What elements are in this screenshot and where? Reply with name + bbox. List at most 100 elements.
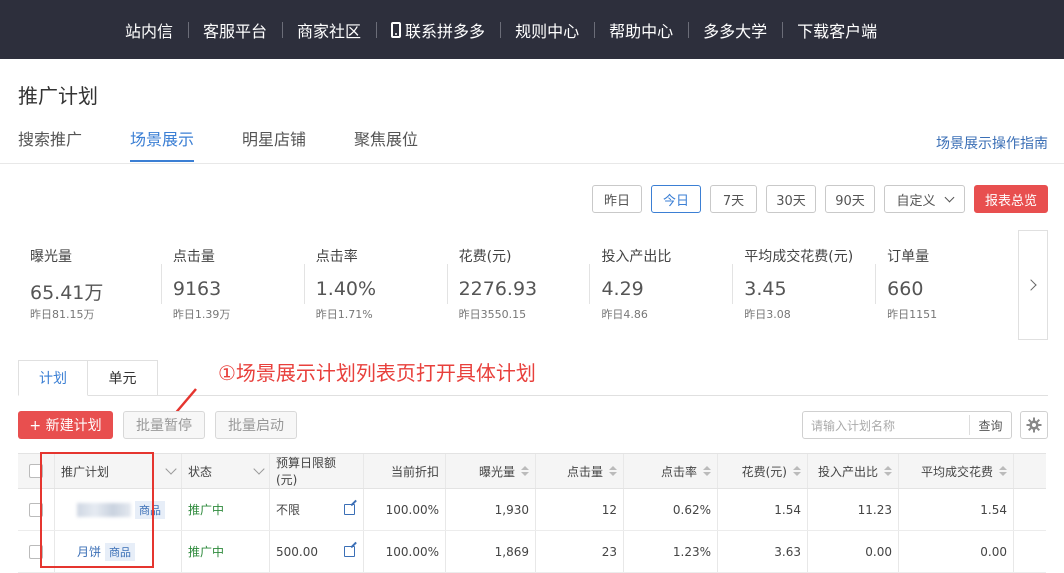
col-label: 花费(元) [741,464,787,479]
col-clicks[interactable]: 点击量 [536,454,624,488]
col-ctr[interactable]: 点击率 [624,454,718,488]
stat-impressions: 曝光量 65.41万 昨日81.15万 [18,230,161,340]
sort-icon[interactable] [793,466,801,476]
discount-cell: 100.00% [364,489,446,530]
chevron-down-icon [944,192,954,202]
search-input[interactable]: 请输入计划名称 [803,417,969,434]
stat-label: 曝光量 [30,249,72,265]
sort-icon[interactable] [609,466,617,476]
status-cell: 推广中 [182,531,270,572]
stat-label: 订单量 [887,249,930,265]
search-button[interactable]: 查询 [969,415,1011,435]
table-row[interactable]: 月饼 商品 推广中 500.00 100.00% 1,869 23 1.23% 3… [18,531,1046,573]
date-range-bar: 昨日 今日 7天 30天 90天 自定义 报表总览 [583,185,1048,213]
chevron-down-icon[interactable] [165,462,177,475]
sort-icon[interactable] [521,466,529,476]
custom-date-dropdown[interactable]: 自定义 [884,185,965,213]
batch-pause-button[interactable]: 批量暂停 [123,411,205,439]
stat-orders: 订单量 660 昨日1151 [875,230,1018,340]
sort-icon[interactable] [884,466,892,476]
stats-next-button[interactable] [1018,230,1048,340]
discount-cell: 100.00% [364,531,446,572]
edit-icon[interactable] [344,504,355,515]
col-label: 状态 [188,464,213,479]
tab-focus-booth[interactable]: 聚焦展位 [354,128,418,162]
stat-prev: 昨日3.08 [744,308,791,321]
budget-cell: 500.00 [270,531,364,572]
impressions-cell: 1,869 [446,531,536,572]
nav-customer-service[interactable]: 客服平台 [188,20,282,41]
sort-icon[interactable] [703,466,711,476]
col-budget: 预算日限额(元) [270,454,364,488]
stat-clicks: 点击量 9163 昨日1.39万 [160,230,304,340]
nav-download-client[interactable]: 下载客户端 [782,20,892,41]
subtab-unit[interactable]: 单元 [88,360,158,396]
stat-value: 660 [887,278,924,300]
date-7d-button[interactable]: 7天 [710,185,757,213]
plan-search: 请输入计划名称 查询 [802,411,1012,439]
nav-contact-label: 联系拼多多 [405,21,486,41]
stat-prev: 昨日4.86 [601,308,648,321]
col-status[interactable]: 状态 [182,454,270,488]
tab-scene-display[interactable]: 场景展示 [130,128,195,162]
plan-table: 推广计划 状态 预算日限额(元) 当前折扣 曝光量 点击量 点击率 花费(元) … [18,453,1046,573]
col-label: 投入产出比 [817,464,878,479]
custom-date-label: 自定义 [896,193,936,209]
date-today-button[interactable]: 今日 [651,185,701,213]
stat-prev: 昨日1.71% [315,308,373,321]
subtab-plan[interactable]: 计划 [18,360,88,396]
nav-contact[interactable]: 联系拼多多 [376,20,500,41]
top-nav: 站内信 客服平台 商家社区 联系拼多多 规则中心 帮助中心 多多大学 下载客户端 [110,20,892,41]
col-roi[interactable]: 投入产出比 [808,454,899,488]
avg-cost-cell: 1.54 [899,489,1014,530]
col-label: 曝光量 [478,464,515,479]
stat-label: 花费(元) [458,249,512,265]
stats-panel: 曝光量 65.41万 昨日81.15万 点击量 9163 昨日1.39万 点击率… [18,230,1018,340]
settings-button[interactable] [1020,411,1048,439]
nav-merchant-community[interactable]: 商家社区 [282,20,376,41]
annotation-text: ①场景展示计划列表页打开具体计划 [218,361,536,385]
impressions-cell: 1,930 [446,489,536,530]
page-title: 推广计划 [18,84,98,108]
stat-value: 4.29 [601,278,644,300]
col-spend[interactable]: 花费(元) [718,454,808,488]
edit-icon[interactable] [344,546,355,557]
date-yesterday-button[interactable]: 昨日 [592,185,642,213]
stat-prev: 昨日1151 [887,308,938,321]
nav-university[interactable]: 多多大学 [688,20,782,41]
table-header: 推广计划 状态 预算日限额(元) 当前折扣 曝光量 点击量 点击率 花费(元) … [18,454,1046,489]
stat-prev: 昨日3550.15 [458,308,527,321]
date-30d-button[interactable]: 30天 [766,185,816,213]
stat-roi: 投入产出比 4.29 昨日4.86 [589,230,732,340]
stat-value: 9163 [172,278,222,300]
batch-start-button[interactable]: 批量启动 [215,411,297,439]
sort-icon[interactable] [999,466,1007,476]
stat-avg-cost: 平均成交花费(元) 3.45 昨日3.08 [732,230,875,340]
nav-inbox[interactable]: 站内信 [110,20,188,41]
nav-rules-center[interactable]: 规则中心 [500,20,594,41]
divider [0,163,1064,164]
extra-cell [1014,489,1046,530]
col-avg-cost[interactable]: 平均成交花费 [899,454,1014,488]
tab-search-promotion[interactable]: 搜索推广 [18,128,82,162]
new-plan-button[interactable]: + 新建计划 [18,411,113,439]
budget-cell: 不限 [270,489,364,530]
report-overview-button[interactable]: 报表总览 [974,185,1048,213]
chevron-down-icon[interactable] [253,462,265,475]
budget-value: 不限 [276,503,301,517]
guide-link[interactable]: 场景展示操作指南 [936,133,1048,153]
stat-value: 3.45 [744,278,787,300]
roi-cell: 11.23 [808,489,899,530]
annotation-highlight-box [40,452,154,568]
avg-cost-cell: 0.00 [899,531,1014,572]
table-row[interactable]: 商品 推广中 不限 100.00% 1,930 12 0.62% 1.54 11… [18,489,1046,531]
col-impressions[interactable]: 曝光量 [446,454,536,488]
tab-star-store[interactable]: 明星店铺 [242,128,306,162]
stat-prev: 昨日1.39万 [172,308,231,321]
promotion-tabs: 搜索推广 场景展示 明星店铺 聚焦展位 [18,128,466,162]
nav-help-center[interactable]: 帮助中心 [594,20,688,41]
col-label: 点击率 [660,464,697,479]
date-90d-button[interactable]: 90天 [825,185,875,213]
stat-label: 平均成交花费(元) [744,249,854,265]
stat-spend: 花费(元) 2276.93 昨日3550.15 [446,230,590,340]
